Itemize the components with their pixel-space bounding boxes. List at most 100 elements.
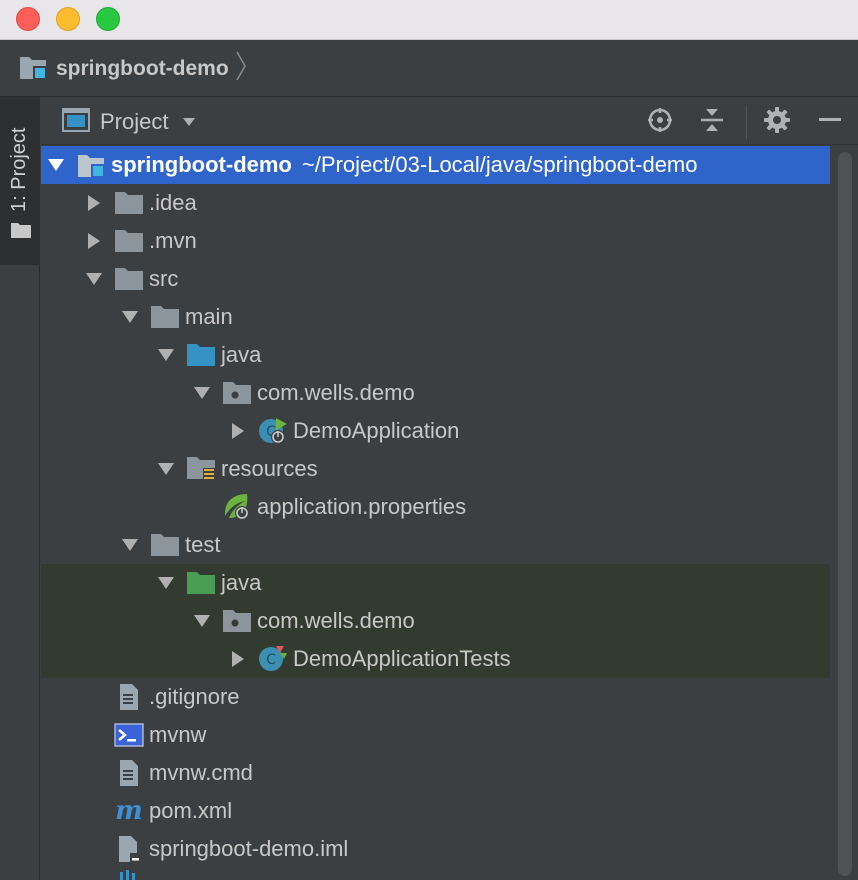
tree-item-test-java[interactable]: java (41, 564, 830, 602)
collapsed-arrow-icon[interactable] (85, 232, 103, 250)
tree-item-iml[interactable]: springboot-demo.iml (41, 830, 830, 868)
tree-item-main[interactable]: main (41, 298, 830, 336)
expanded-arrow-icon[interactable] (157, 346, 175, 364)
project-module-icon (75, 150, 107, 180)
tree-item-label: java (221, 342, 262, 367)
tree-item-test-package[interactable]: com.wells.demo (41, 602, 830, 640)
package-icon (221, 378, 253, 408)
tree-item-idea[interactable]: .idea (41, 184, 830, 222)
no-arrow-spacer (85, 764, 103, 782)
collapse-all-button[interactable] (697, 107, 727, 137)
minimize-icon (817, 107, 843, 138)
folder-icon (113, 188, 145, 218)
spring-boot-class-icon: C (257, 416, 289, 446)
text-file-icon (113, 682, 145, 712)
source-root-folder-icon (185, 340, 217, 370)
test-class-icon: C (257, 644, 289, 674)
tree-item-demo-application[interactable]: C DemoApplication (41, 412, 830, 450)
tree-item-project-root[interactable]: springboot-demo ~/Project/03-Local/java/… (41, 146, 830, 184)
tree-item-src[interactable]: src (41, 260, 830, 298)
maven-icon: m (113, 796, 145, 826)
tree-item-label: com.wells.demo (257, 380, 415, 405)
spring-properties-icon (221, 492, 253, 522)
scrollbar-thumb[interactable] (838, 152, 852, 876)
breadcrumb-project[interactable]: springboot-demo (18, 51, 247, 84)
expanded-arrow-icon[interactable] (121, 308, 139, 326)
collapsed-arrow-icon[interactable] (229, 650, 247, 668)
tree-item-label: mvnw.cmd (149, 760, 253, 785)
tree-item-label: DemoApplication (293, 418, 460, 443)
tree-item-label: src (149, 266, 179, 291)
header-separator (746, 105, 747, 139)
package-icon (221, 606, 253, 636)
resources-folder-icon (185, 454, 217, 484)
tree-item-label: springboot-demo.iml (149, 836, 349, 861)
tree-item-label: java (221, 570, 262, 595)
collapsed-arrow-icon[interactable] (85, 194, 103, 212)
expanded-arrow-icon[interactable] (193, 384, 211, 402)
tree-item-gitignore[interactable]: .gitignore (41, 678, 830, 716)
tree-item-label: springboot-demo (111, 152, 292, 177)
folder-icon (149, 302, 181, 332)
tree-item-label: test (185, 532, 221, 557)
expanded-arrow-icon[interactable] (121, 536, 139, 554)
hide-panel-button[interactable] (815, 107, 845, 137)
expanded-arrow-icon[interactable] (157, 460, 175, 478)
chevron-right-icon (235, 50, 247, 89)
tree-item-main-package[interactable]: com.wells.demo (41, 374, 830, 412)
tree-item-application-properties[interactable]: application.properties (41, 488, 830, 526)
folder-icon (10, 221, 32, 244)
expanded-arrow-icon[interactable] (193, 612, 211, 630)
no-arrow-spacer (85, 840, 103, 858)
folder-icon (149, 530, 181, 560)
tree-item-label: mvnw (149, 722, 207, 747)
tree-item-resources[interactable]: resources (41, 450, 830, 488)
tree-item-main-java[interactable]: java (41, 336, 830, 374)
tree-item-mvn[interactable]: .mvn (41, 222, 830, 260)
view-mode-selector[interactable]: Project (62, 107, 196, 137)
shell-script-icon (113, 720, 145, 750)
crosshair-icon (647, 107, 673, 138)
tree-scrollbar[interactable] (832, 146, 858, 880)
no-arrow-spacer (85, 688, 103, 706)
svg-text:m: m (115, 797, 143, 825)
tree-item-label: .gitignore (149, 684, 240, 709)
locate-file-button[interactable] (645, 107, 675, 137)
no-arrow-spacer (85, 726, 103, 744)
test-root-folder-icon (185, 568, 217, 598)
expanded-arrow-icon[interactable] (47, 156, 65, 174)
tree-item-demo-application-tests[interactable]: C DemoApplicationTests (41, 640, 830, 678)
project-view-icon (62, 107, 90, 138)
panel-title: Project (100, 109, 169, 134)
svg-text:C: C (266, 652, 276, 668)
tree-item-label: main (185, 304, 233, 329)
tree-item-label: resources (221, 456, 318, 481)
breadcrumb-label: springboot-demo (56, 57, 229, 80)
tree-item-test[interactable]: test (41, 526, 830, 564)
project-tool-window-tab[interactable]: 1: Project (0, 97, 40, 265)
tree-item-path: ~/Project/03-Local/java/springboot-demo (301, 152, 698, 177)
minimize-window-button[interactable] (56, 7, 80, 31)
folder-icon (113, 264, 145, 294)
tree-item-mvnw[interactable]: mvnw (41, 716, 830, 754)
close-window-button[interactable] (16, 7, 40, 31)
expanded-arrow-icon[interactable] (157, 574, 175, 592)
project-tree[interactable]: springboot-demo ~/Project/03-Local/java/… (41, 146, 830, 880)
dropdown-arrow-icon (182, 114, 196, 130)
module-file-icon (113, 834, 145, 864)
tree-item-label: .mvn (149, 228, 197, 253)
navigation-bar: springboot-demo (0, 40, 858, 97)
expanded-arrow-icon[interactable] (85, 270, 103, 288)
tree-item-label: .idea (149, 190, 197, 215)
no-arrow-spacer (85, 802, 103, 820)
zoom-window-button[interactable] (96, 7, 120, 31)
no-arrow-spacer (193, 498, 211, 516)
tree-item-label: application.properties (257, 494, 467, 519)
text-file-icon (113, 758, 145, 788)
left-tool-strip: 1: Project (0, 97, 40, 880)
tree-item-pom-xml[interactable]: m pom.xml (41, 792, 830, 830)
collapsed-arrow-icon[interactable] (229, 422, 247, 440)
settings-button[interactable] (762, 106, 792, 137)
collapse-all-icon (699, 107, 725, 138)
tree-item-mvnw-cmd[interactable]: mvnw.cmd (41, 754, 830, 792)
